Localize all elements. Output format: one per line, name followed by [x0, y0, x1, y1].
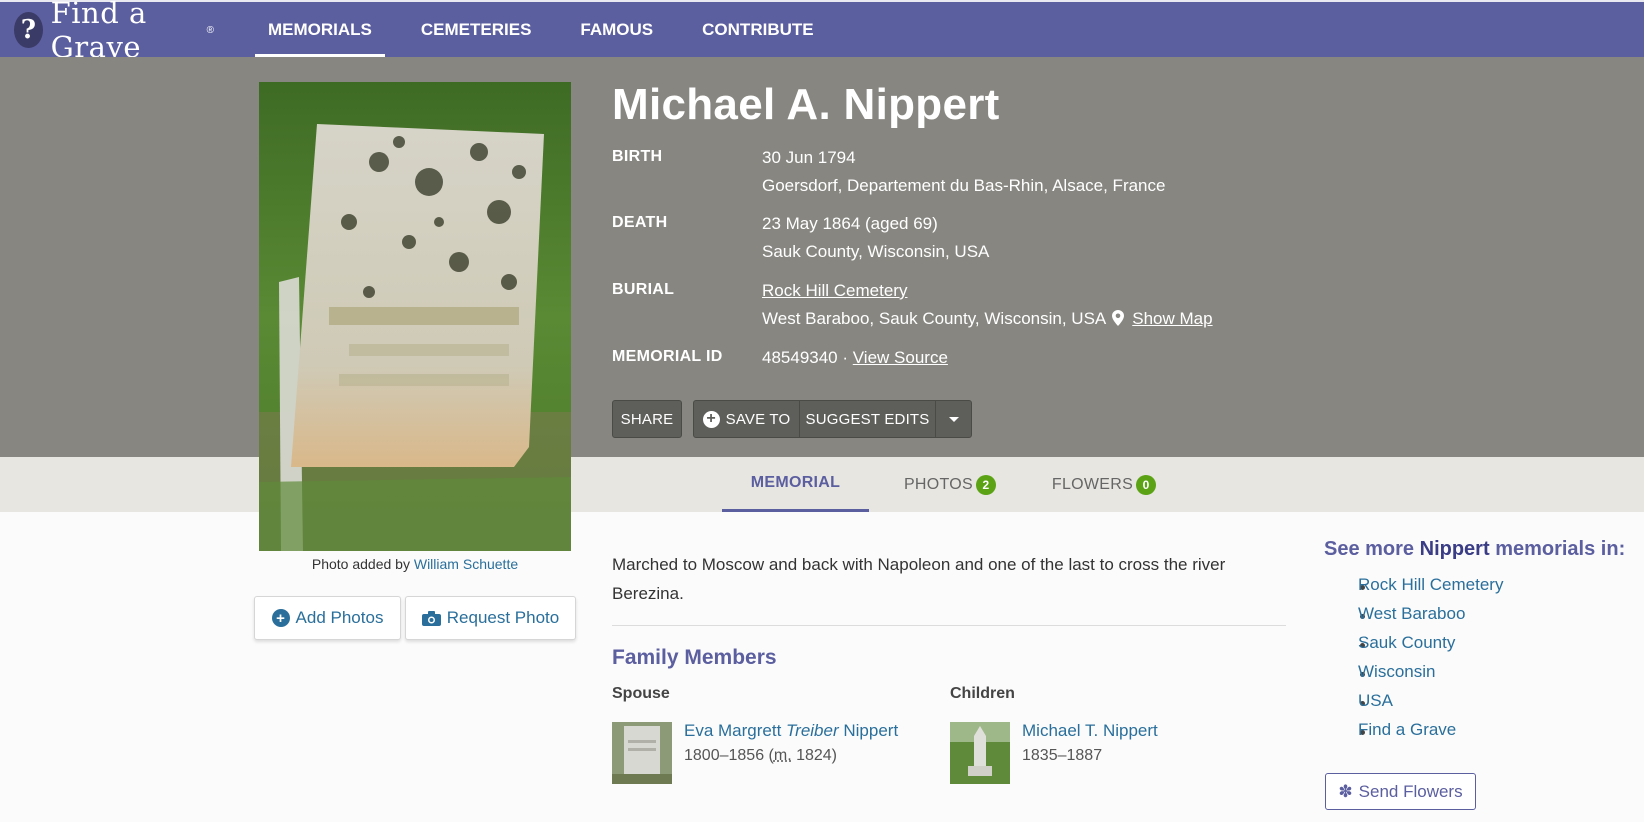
- memorial-bio: Marched to Moscow and back with Napoleon…: [612, 555, 1226, 603]
- flowers-count-badge: 0: [1136, 474, 1157, 495]
- suggest-edits-button[interactable]: SUGGEST EDITS: [799, 400, 936, 438]
- nav-famous[interactable]: FAMOUS: [567, 2, 666, 57]
- photos-count-badge: 2: [976, 474, 997, 495]
- memorial-photo[interactable]: [259, 82, 571, 551]
- logo-question-mark-icon: ?: [14, 12, 43, 48]
- family-members-heading: Family Members: [612, 646, 777, 669]
- memorial-name: Michael A. Nippert: [612, 80, 1000, 129]
- death-date: 23 May 1864 (aged 69): [762, 214, 938, 233]
- spouse-name-link[interactable]: Eva Margrett Treiber Nippert: [684, 721, 898, 741]
- spouse-first-name: Eva Margrett: [684, 721, 782, 740]
- send-flowers-label: Send Flowers: [1358, 781, 1463, 801]
- tab-flowers[interactable]: FLOWERS 0: [1036, 457, 1172, 512]
- add-photos-label: Add Photos: [295, 608, 384, 627]
- spouse-heading: Spouse: [612, 685, 670, 702]
- see-more-wisconsin[interactable]: Wisconsin: [1358, 662, 1435, 682]
- burial-place: West Baraboo, Sauk County, Wisconsin, US…: [762, 309, 1107, 328]
- memorial-id-label: MEMORIAL ID: [612, 348, 723, 365]
- share-button[interactable]: SHARE: [612, 400, 682, 438]
- section-divider: [612, 625, 1286, 626]
- registered-mark: ®: [206, 24, 214, 36]
- view-source-link[interactable]: View Source: [853, 348, 948, 367]
- tab-photos-label: PHOTOS: [903, 475, 974, 493]
- nav-cemeteries[interactable]: CEMETERIES: [408, 2, 545, 57]
- show-map-link[interactable]: Show Map: [1132, 309, 1212, 328]
- nav-contribute[interactable]: CONTRIBUTE: [689, 2, 826, 57]
- death-place: Sauk County, Wisconsin, USA: [762, 242, 990, 261]
- children-heading: Children: [950, 685, 1015, 702]
- see-more-sauk-county[interactable]: Sauk County: [1358, 633, 1455, 653]
- tab-memorial[interactable]: MEMORIAL: [722, 457, 869, 512]
- memorial-id-value: 48549340 ·: [762, 348, 849, 367]
- add-photos-button[interactable]: + Add Photos: [254, 596, 401, 640]
- death-label: DEATH: [612, 214, 668, 231]
- see-more-surname: Nippert: [1419, 538, 1490, 560]
- burial-cemetery-link[interactable]: Rock Hill Cemetery: [762, 281, 907, 300]
- see-more-usa[interactable]: USA: [1358, 691, 1393, 711]
- birth-date: 30 Jun 1794: [762, 148, 856, 167]
- child-gravestone-image: [950, 722, 1010, 784]
- logo-text: Find a Grave: [50, 0, 147, 64]
- see-more-heading: See more Nippert memorials in:: [1324, 538, 1625, 561]
- request-photo-button[interactable]: Request Photo: [405, 596, 576, 640]
- flower-icon: ✽: [1338, 781, 1353, 801]
- save-to-label: SAVE TO: [725, 410, 791, 428]
- spouse-maiden-name: Treiber: [786, 721, 839, 740]
- birth-place: Goersdorf, Departement du Bas-Rhin, Alsa…: [762, 176, 1166, 195]
- spouse-dates: 1800–1856 (m. 1824): [684, 747, 837, 765]
- send-flowers-button[interactable]: ✽ Send Flowers: [1325, 773, 1476, 810]
- see-more-rock-hill-cemetery[interactable]: Rock Hill Cemetery: [1358, 575, 1503, 595]
- top-navigation: ? Find a Grave ® MEMORIALS CEMETERIES FAM…: [0, 0, 1644, 64]
- tab-flowers-label: FLOWERS: [1051, 475, 1134, 493]
- see-more-prefix: See more: [1324, 538, 1415, 560]
- plus-circle-icon: +: [702, 410, 720, 428]
- plus-circle-icon: +: [271, 609, 290, 627]
- married-year: 1824): [791, 747, 838, 764]
- child-dates: 1835–1887: [1022, 747, 1103, 764]
- spouse-gravestone-image: [612, 722, 672, 784]
- child-name-link[interactable]: Michael T. Nippert: [1022, 721, 1158, 741]
- memorial-id-row: 48549340 · View Source: [762, 348, 948, 368]
- burial-place-row: West Baraboo, Sauk County, Wisconsin, US…: [762, 309, 1213, 329]
- spouse-thumbnail[interactable]: [612, 722, 672, 784]
- see-more-suffix: memorials in:: [1495, 538, 1626, 560]
- more-actions-dropdown[interactable]: [935, 400, 972, 438]
- nav-memorials[interactable]: MEMORIALS: [255, 2, 385, 57]
- request-photo-label: Request Photo: [446, 608, 560, 627]
- see-more-west-baraboo[interactable]: West Baraboo: [1358, 604, 1465, 624]
- burial-cemetery: Rock Hill Cemetery: [762, 281, 907, 301]
- find-a-grave-logo[interactable]: ? Find a Grave ®: [14, 0, 214, 64]
- gravestone-photo-image: [259, 82, 571, 551]
- spouse-life-dates: 1800–1856 (: [684, 747, 774, 764]
- main-nav-links: MEMORIALS CEMETERIES FAMOUS CONTRIBUTE: [255, 2, 850, 57]
- caret-down-icon: [948, 416, 959, 422]
- child-thumbnail[interactable]: [950, 722, 1010, 784]
- married-abbr: m.: [773, 747, 792, 764]
- birth-label: BIRTH: [612, 148, 663, 165]
- spouse-last-name: Nippert: [843, 721, 899, 740]
- burial-label: BURIAL: [612, 281, 675, 298]
- save-to-button[interactable]: + SAVE TO: [693, 400, 800, 438]
- photo-caption: Photo added by William Schuette: [259, 556, 571, 572]
- map-pin-icon: [1112, 310, 1125, 326]
- see-more-find-a-grave[interactable]: Find a Grave: [1358, 720, 1456, 740]
- camera-icon: [421, 610, 441, 626]
- tab-photos[interactable]: PHOTOS 2: [886, 457, 1014, 512]
- photo-author-link[interactable]: William Schuette: [414, 556, 518, 572]
- photo-caption-prefix: Photo added by: [311, 556, 410, 572]
